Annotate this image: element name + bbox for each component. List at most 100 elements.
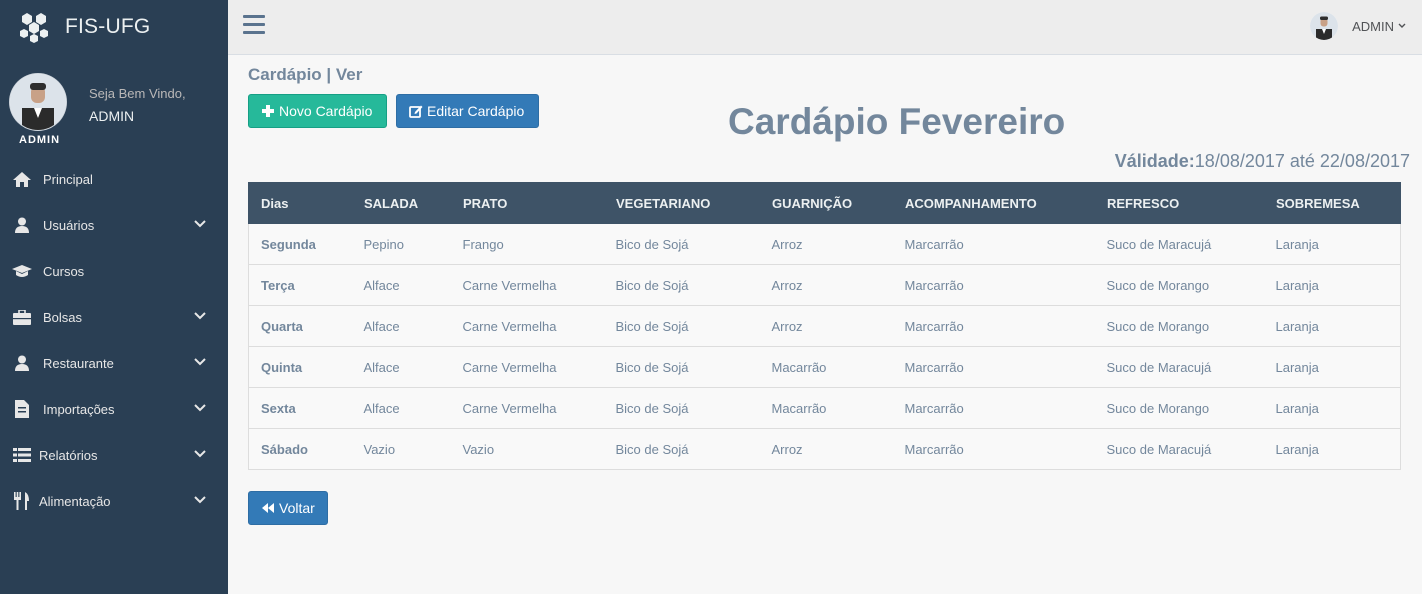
table-cell: Sexta xyxy=(248,387,352,429)
edit-icon xyxy=(409,104,423,118)
table-cell: Frango xyxy=(450,223,604,265)
table-cell: Arroz xyxy=(759,305,893,347)
table-cell: Marcarrão xyxy=(892,387,1095,429)
table-row: Segunda Pepino Frango Bico de Sojá Arroz… xyxy=(248,223,1401,265)
table-cell: Carne Vermelha xyxy=(450,387,604,429)
sidebar-item-label: Restaurante xyxy=(43,355,114,371)
table-cell: Laranja xyxy=(1263,387,1401,429)
sidebar-item-alimentacao[interactable]: Alimentação xyxy=(0,478,228,524)
table-cell: Suco de Morango xyxy=(1094,387,1264,429)
table-cell: Laranja xyxy=(1263,264,1401,306)
table-cell: Alface xyxy=(351,264,451,306)
avatar-image xyxy=(10,74,66,130)
avatar-tag: ADMIN xyxy=(19,134,61,146)
table-cell: Bico de Sojá xyxy=(603,346,760,388)
sidebar-item-relatorios[interactable]: Relatórios xyxy=(0,432,228,478)
sidebar-item-restaurante[interactable]: Restaurante xyxy=(0,340,228,386)
table-cell: Carne Vermelha xyxy=(450,346,604,388)
table-header-cell: REFRESCO xyxy=(1094,182,1264,224)
main-content: Cardápio | Ver Novo Cardápio Editar Card… xyxy=(228,55,1422,594)
edit-menu-label: Editar Cardápio xyxy=(427,103,525,119)
table-header-cell: SOBREMESA xyxy=(1263,182,1401,224)
table-cell: Alface xyxy=(351,305,451,347)
back-label: Voltar xyxy=(279,500,315,516)
page-title: Cardápio | Ver xyxy=(248,65,363,84)
menu-table: Dias SALADA PRATO VEGETARIANO GUARNIÇÃO … xyxy=(248,182,1401,470)
table-cell: Laranja xyxy=(1263,223,1401,265)
table-cell: Carne Vermelha xyxy=(450,305,604,347)
table-cell: Quarta xyxy=(248,305,352,347)
list-icon xyxy=(12,446,32,464)
table-cell: Arroz xyxy=(759,264,893,306)
file-icon xyxy=(12,400,32,418)
table-cell: Bico de Sojá xyxy=(603,223,760,265)
validity-text: Válidade:18/08/2017 até 22/08/2017 xyxy=(1115,151,1410,172)
chevron-down-icon xyxy=(194,312,206,320)
user-icon xyxy=(12,216,32,234)
table-row: Sexta Alface Carne Vermelha Bico de Sojá… xyxy=(248,387,1401,429)
table-cell: Laranja xyxy=(1263,428,1401,470)
graduation-cap-icon xyxy=(12,262,32,280)
table-cell: Laranja xyxy=(1263,346,1401,388)
table-cell: Vazio xyxy=(351,428,451,470)
table-header-cell: VEGETARIANO xyxy=(603,182,760,224)
table-cell: Carne Vermelha xyxy=(450,264,604,306)
table-cell: Suco de Morango xyxy=(1094,264,1264,306)
new-menu-button[interactable]: Novo Cardápio xyxy=(248,94,387,128)
table-cell: Bico de Sojá xyxy=(603,428,760,470)
fast-backward-icon xyxy=(261,501,275,515)
sidebar-item-label: Usuários xyxy=(43,217,95,233)
brand[interactable]: FIS-UFG xyxy=(0,0,228,54)
table-cell: Macarrão xyxy=(759,346,893,388)
chevron-down-icon xyxy=(194,220,206,228)
table-cell: Bico de Sojá xyxy=(603,387,760,429)
menu-toggle-icon[interactable] xyxy=(243,15,265,35)
chevron-down-icon xyxy=(194,404,206,412)
top-navbar: ADMIN xyxy=(228,0,1422,55)
logo-icon xyxy=(20,13,48,43)
sidebar-item-label: Alimentação xyxy=(39,493,111,509)
table-header-cell: SALADA xyxy=(351,182,451,224)
table-cell: Marcarrão xyxy=(892,264,1095,306)
table-cell: Macarrão xyxy=(759,387,893,429)
sidebar-item-principal[interactable]: Principal xyxy=(0,156,228,202)
table-cell: Marcarrão xyxy=(892,346,1095,388)
sidebar-item-bolsas[interactable]: Bolsas xyxy=(0,294,228,340)
table-cell: Suco de Morango xyxy=(1094,305,1264,347)
table-cell: Quinta xyxy=(248,346,352,388)
table-row: Quinta Alface Carne Vermelha Bico de Soj… xyxy=(248,346,1401,388)
user-menu[interactable]: ADMIN xyxy=(1310,11,1406,41)
chevron-down-icon xyxy=(194,358,206,366)
sidebar-item-label: Principal xyxy=(43,171,93,187)
chevron-down-icon xyxy=(1398,23,1406,28)
avatar-image xyxy=(1310,12,1339,40)
table-cell: Alface xyxy=(351,346,451,388)
table-row: Quarta Alface Carne Vermelha Bico de Soj… xyxy=(248,305,1401,347)
edit-menu-button[interactable]: Editar Cardápio xyxy=(396,94,539,128)
validity-label: Válidade: xyxy=(1114,151,1195,171)
plus-icon xyxy=(261,104,275,118)
back-button[interactable]: Voltar xyxy=(248,491,328,525)
table-cell: Sábado xyxy=(248,428,352,470)
table-row: Terça Alface Carne Vermelha Bico de Sojá… xyxy=(248,264,1401,306)
table-cell: Arroz xyxy=(759,428,893,470)
sidebar-user-name: ADMIN xyxy=(89,108,135,124)
table-cell: Suco de Maracujá xyxy=(1094,428,1264,470)
sidebar-item-label: Bolsas xyxy=(43,309,83,325)
user-icon xyxy=(12,354,32,372)
table-cell: Arroz xyxy=(759,223,893,265)
table-cell: Laranja xyxy=(1263,305,1401,347)
table-cell: Bico de Sojá xyxy=(603,305,760,347)
table-cell: Bico de Sojá xyxy=(603,264,760,306)
menu-heading: Cardápio Fevereiro xyxy=(728,101,1066,142)
sidebar-item-importacoes[interactable]: Importações xyxy=(0,386,228,432)
sidebar-item-usuarios[interactable]: Usuários xyxy=(0,202,228,248)
cutlery-icon xyxy=(12,492,32,510)
avatar[interactable] xyxy=(10,74,66,130)
table-cell: Pepino xyxy=(351,223,451,265)
sidebar-item-cursos[interactable]: Cursos xyxy=(0,248,228,294)
table-cell: Vazio xyxy=(450,428,604,470)
table-header-cell: Dias xyxy=(248,182,352,224)
sidebar: FIS-UFG ADMIN Seja Bem Vindo, ADMIN Prin… xyxy=(0,0,228,594)
table-cell: Segunda xyxy=(248,223,352,265)
